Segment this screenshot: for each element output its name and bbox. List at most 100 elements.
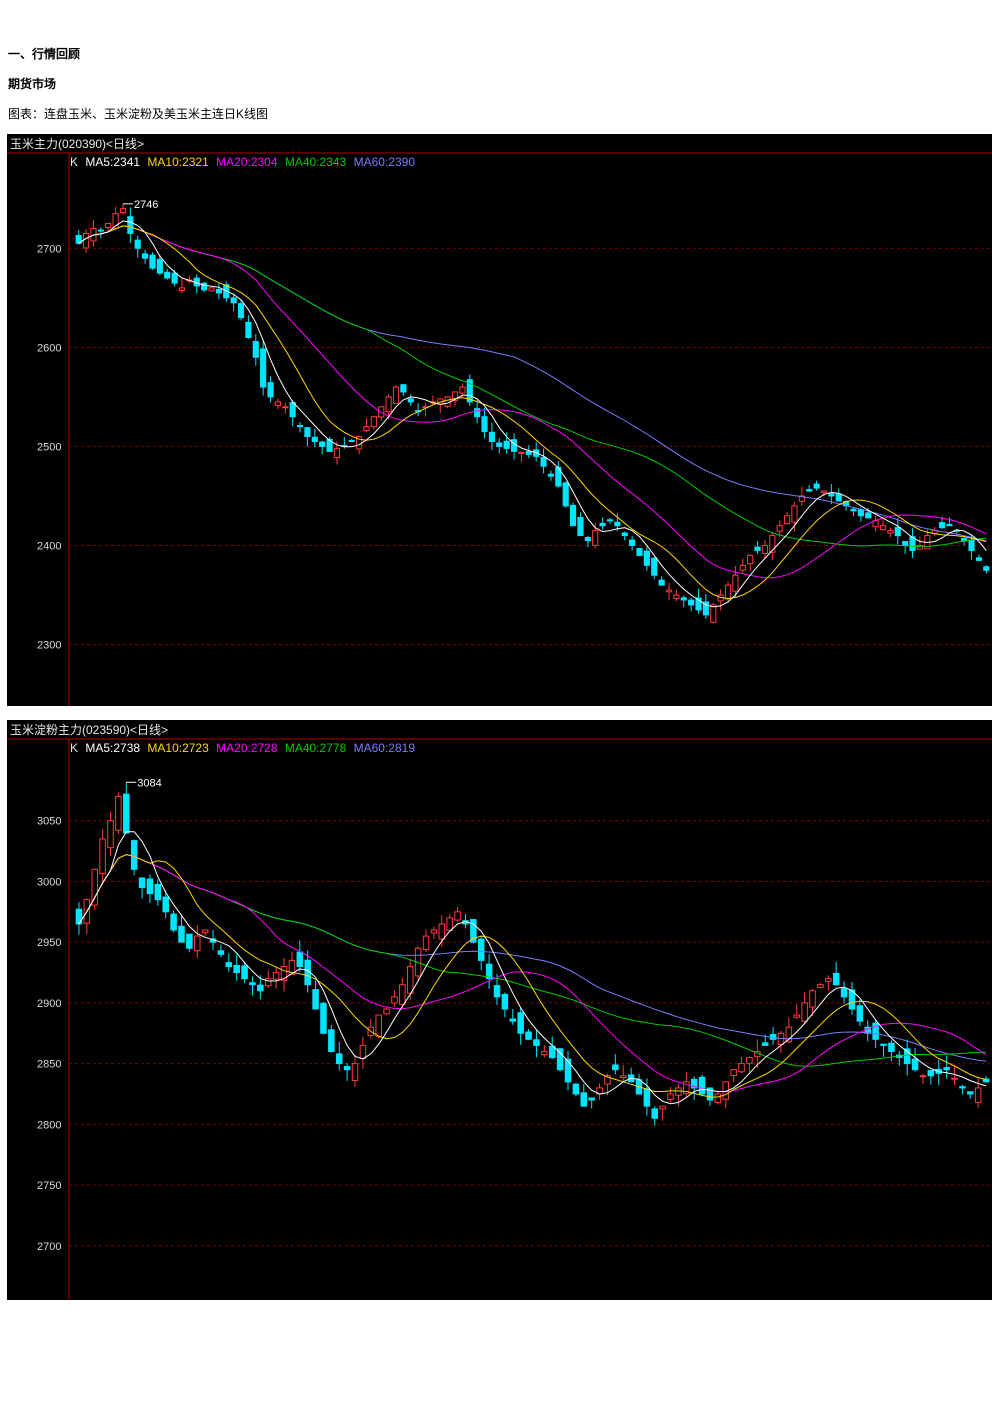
- y-tick-label: 3050: [37, 816, 61, 828]
- candle-body: [407, 398, 414, 403]
- candle-body: [916, 544, 923, 550]
- figure-caption: 图表：连盘玉米、玉米淀粉及美玉米主连日K线图: [8, 107, 269, 121]
- candle-body: [328, 1029, 335, 1052]
- candle-body: [162, 896, 169, 913]
- y-tick-label: 2800: [37, 1119, 61, 1131]
- high-label: 2746: [134, 199, 158, 211]
- candle-body: [880, 1043, 887, 1046]
- candle-body: [710, 604, 717, 623]
- candle-body: [636, 548, 643, 556]
- candle-body: [572, 1083, 580, 1095]
- candle-body: [813, 483, 820, 489]
- legend-ma60: MA60:2819: [353, 741, 415, 755]
- candle-body: [588, 1097, 595, 1101]
- ma40-line: [78, 854, 987, 1067]
- legend-ma40: MA40:2343: [284, 155, 347, 169]
- candle-body: [518, 451, 525, 454]
- candle-body: [801, 1002, 808, 1022]
- candle-body: [580, 1092, 588, 1107]
- candle-body: [257, 984, 264, 992]
- candle-body: [564, 1058, 572, 1083]
- candle-body: [312, 989, 319, 1010]
- ma5-line: [78, 831, 987, 1105]
- candle-body: [840, 988, 848, 998]
- candle-body: [503, 440, 510, 449]
- candle-body: [621, 532, 628, 537]
- high-label: 3084: [137, 777, 161, 789]
- ma-legend: K MA5:2738 MA10:2723 MA20:2728 MA40:2778…: [70, 741, 419, 755]
- candle-body: [754, 546, 761, 551]
- candle-body: [659, 1105, 666, 1110]
- candle-body: [547, 473, 555, 477]
- candle-body: [385, 396, 392, 413]
- candle-body: [577, 516, 584, 537]
- candle-body: [215, 288, 222, 294]
- candle-body: [967, 1091, 974, 1095]
- candle-body: [335, 1053, 343, 1065]
- candle-body: [230, 297, 237, 304]
- candle-body: [606, 519, 614, 522]
- candle-body: [857, 509, 864, 517]
- y-tick-label: 2400: [37, 540, 61, 552]
- candle-body: [481, 416, 488, 433]
- candle-body: [225, 962, 233, 967]
- candle-body: [304, 427, 311, 438]
- candle-body: [698, 1076, 706, 1095]
- candle-body: [99, 838, 106, 875]
- candle-body: [127, 216, 134, 234]
- candle-body: [533, 1039, 540, 1046]
- candle-body: [130, 840, 138, 870]
- corn-kline-chart: 2700 2600 2500 2400 2300 2746 玉米主力(020390)<日线…: [7, 134, 992, 706]
- candle-body: [902, 541, 909, 546]
- legend-ma10: MA10:2321: [147, 155, 209, 169]
- candle-body: [201, 929, 209, 934]
- candle-body: [540, 456, 547, 467]
- y-tick-label: 2600: [37, 342, 61, 354]
- candle-body: [724, 584, 732, 600]
- candle-body: [105, 223, 112, 229]
- candle-body: [629, 539, 636, 546]
- candle-body: [570, 504, 577, 527]
- section-heading: 一、行情回顾: [8, 47, 81, 61]
- legend-k: K: [70, 155, 79, 169]
- candle-body: [856, 1005, 864, 1022]
- candle-body: [149, 254, 156, 269]
- candle-body: [217, 950, 225, 955]
- candle-body: [82, 232, 90, 249]
- candle-body: [651, 557, 658, 576]
- candle-body: [835, 493, 842, 502]
- candle-body: [249, 982, 256, 986]
- candle-body: [296, 951, 304, 967]
- candle-body: [272, 972, 280, 980]
- ma5-line: [78, 220, 987, 608]
- candle-body: [488, 431, 495, 442]
- ma60-line: [78, 854, 987, 1062]
- candle-body: [879, 525, 887, 531]
- ma10-line: [78, 854, 987, 1098]
- candle-body: [296, 425, 304, 428]
- ma10-line: [78, 225, 987, 600]
- candle-body: [658, 579, 665, 586]
- candle-body: [556, 1048, 564, 1071]
- legend-ma20: MA20:2304: [216, 155, 278, 169]
- candle-body: [665, 589, 673, 593]
- candle-body: [791, 505, 798, 523]
- candle-body: [170, 913, 177, 931]
- candle-body: [348, 440, 355, 443]
- candle-body: [142, 253, 149, 259]
- candle-body: [562, 482, 569, 507]
- y-tick-label: 2700: [37, 243, 61, 255]
- candle-body: [245, 321, 252, 338]
- candle-body: [975, 557, 983, 561]
- candle-body: [643, 550, 650, 566]
- candle-body: [391, 996, 398, 1004]
- y-tick-label: 3000: [37, 876, 61, 888]
- candle-body: [820, 490, 828, 494]
- candle-body: [146, 878, 154, 895]
- candle-body: [282, 406, 289, 409]
- candle-body: [178, 925, 185, 943]
- legend-ma60: MA60:2390: [353, 155, 415, 169]
- candle-body: [208, 287, 215, 292]
- candle-body: [793, 1014, 801, 1018]
- candle-body: [194, 935, 201, 952]
